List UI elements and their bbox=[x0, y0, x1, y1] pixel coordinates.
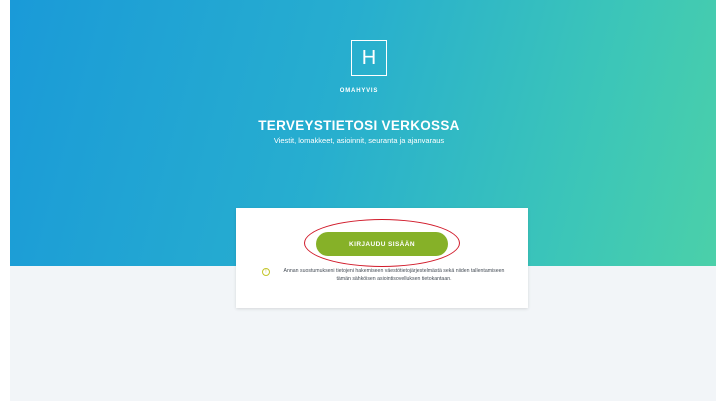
info-icon: ! bbox=[262, 268, 270, 276]
logo-letter: H bbox=[361, 47, 377, 69]
logo-icon: H bbox=[351, 40, 387, 76]
login-card: KIRJAUDU SISÄÄN ! Annan suostumukseni ti… bbox=[236, 208, 528, 308]
page: H KIRJAUDU SISÄÄN ! Annan suostumukseni … bbox=[10, 0, 716, 401]
highlight-ellipse bbox=[304, 219, 460, 267]
page-title: TERVEYSTIETOSI VERKOSSA bbox=[258, 118, 460, 133]
consent-text: Annan suostumukseni tietojeni hakemiseen… bbox=[283, 268, 505, 282]
brand-name: OMAHYVIS bbox=[339, 88, 379, 94]
consent-notice: ! Annan suostumukseni tietojeni hakemise… bbox=[262, 268, 512, 283]
page-subtitle: Viestit, lomakkeet, asioinnit, seuranta … bbox=[273, 136, 445, 145]
left-margin bbox=[0, 0, 10, 401]
